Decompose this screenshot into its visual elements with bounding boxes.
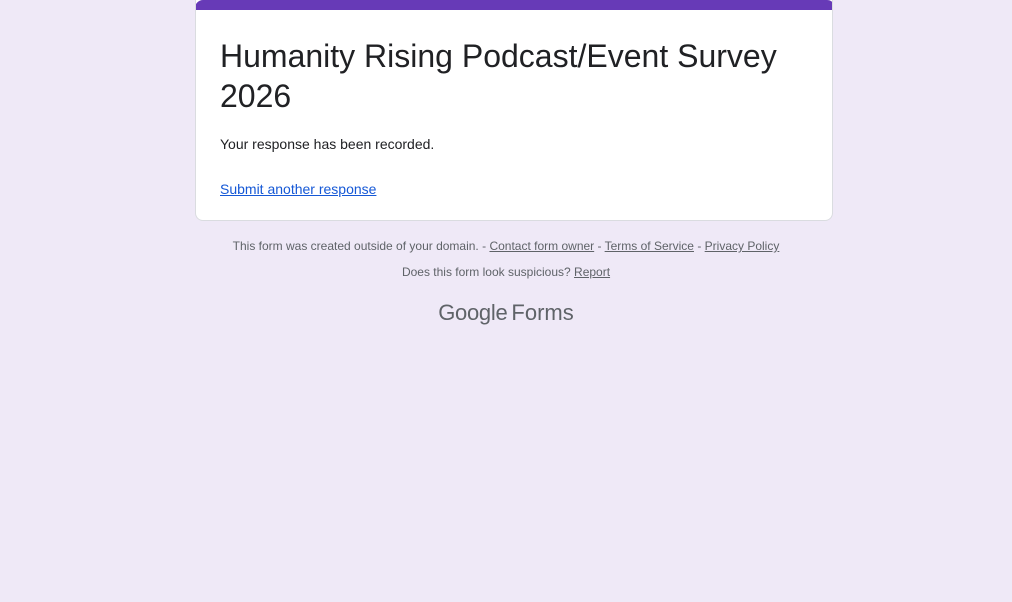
google-wordmark: Google [438, 300, 508, 325]
suspicious-question: Does this form look suspicious? [401, 265, 571, 279]
separator: - [594, 239, 605, 253]
confirmation-card: Humanity Rising Podcast/Event Survey 202… [195, 0, 833, 221]
confirmation-message: Your response has been recorded. [220, 136, 435, 152]
card-accent-bar [196, 0, 832, 10]
report-link[interactable]: Report [574, 265, 610, 279]
terms-of-service-link[interactable]: Terms of Service [605, 239, 694, 253]
separator: - [693, 239, 705, 253]
separator: - [478, 239, 490, 253]
submit-another-response-link[interactable]: Submit another response [220, 179, 376, 199]
google-forms-logo[interactable]: Google Forms [0, 298, 1012, 328]
footer-report-line: Does this form look suspicious? Report [0, 264, 1012, 280]
privacy-policy-link[interactable]: Privacy Policy [705, 239, 780, 253]
footer-domain-line: This form was created outside of your do… [0, 238, 1012, 254]
domain-notice: This form was created outside of your do… [232, 239, 479, 253]
contact-form-owner-link[interactable]: Contact form owner [489, 239, 594, 253]
form-title: Humanity Rising Podcast/Event Survey 202… [220, 38, 777, 114]
forms-wordmark: Forms [511, 300, 574, 325]
page: Humanity Rising Podcast/Event Survey 202… [0, 0, 1012, 602]
